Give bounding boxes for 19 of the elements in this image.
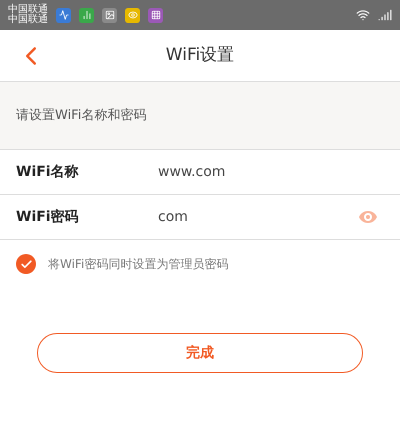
input-field[interactable]: WiFi密码 com bbox=[0, 195, 400, 240]
eye-icon bbox=[125, 8, 140, 22]
checkbox-label: 将WiFi密码同时设置为管理员密码 bbox=[48, 256, 228, 273]
section-hint: 请设置WiFi名称和密码 bbox=[16, 106, 146, 125]
image-icon bbox=[102, 8, 117, 22]
signal-icon bbox=[378, 8, 392, 22]
field-label: WiFi名称 bbox=[16, 162, 80, 182]
input-field[interactable]: WiFi名称 www.com bbox=[0, 150, 400, 195]
field-value: com bbox=[158, 208, 189, 226]
chart-icon bbox=[79, 8, 94, 22]
check-icon bbox=[20, 258, 32, 270]
page-title: WiFi设置 bbox=[166, 44, 234, 67]
field-value: www.com bbox=[158, 162, 226, 182]
carrier-name: 中国联通 bbox=[8, 5, 48, 15]
carrier-name: 中国联通 bbox=[8, 15, 48, 25]
pulse-icon bbox=[56, 8, 71, 22]
field-label: WiFi密码 bbox=[16, 208, 80, 226]
wifi-icon bbox=[356, 8, 370, 22]
checkbox[interactable] bbox=[16, 254, 36, 274]
